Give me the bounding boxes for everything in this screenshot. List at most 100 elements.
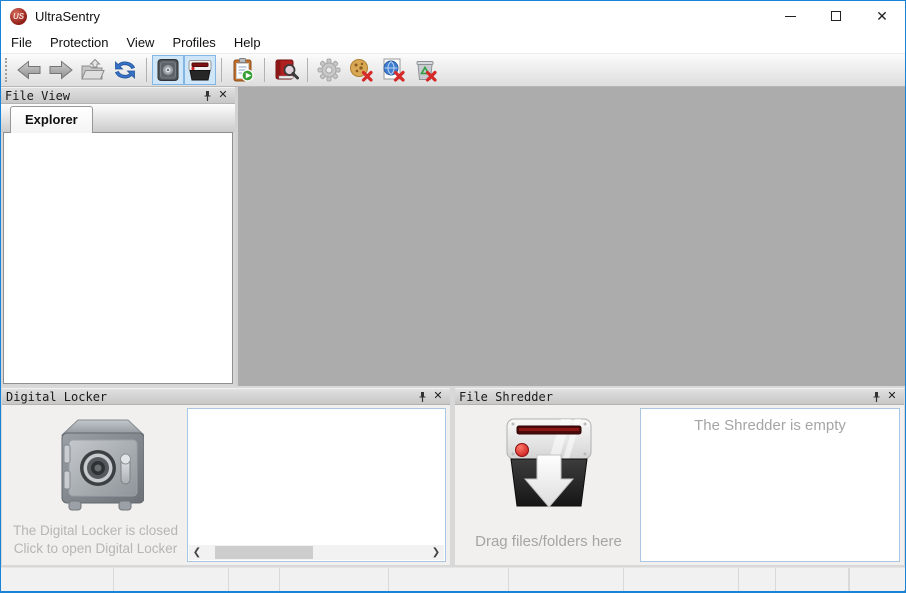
minimize-button[interactable]: [767, 1, 813, 31]
status-segment: [280, 568, 389, 591]
scrollbar-track[interactable]: [205, 545, 428, 560]
digital-locker-list[interactable]: ❮ ❯: [187, 408, 446, 562]
pin-icon: [202, 90, 213, 102]
menu-help[interactable]: Help: [225, 32, 270, 53]
title-bar: US UltraSentry ✕: [1, 1, 905, 31]
close-icon: ✕: [887, 391, 896, 402]
run-profile-button[interactable]: [227, 55, 259, 85]
toolbar-separator: [307, 58, 308, 82]
toolbar: [1, 53, 905, 87]
close-button[interactable]: ✕: [859, 1, 905, 31]
app-window: US UltraSentry ✕ File Protection View Pr…: [0, 0, 906, 593]
digital-locker-close-button[interactable]: ✕: [430, 389, 446, 404]
menu-view[interactable]: View: [118, 32, 164, 53]
digital-locker-scrollbar: ❮ ❯: [189, 545, 444, 560]
clipboard-play-icon: [230, 57, 256, 83]
clean-history-button[interactable]: [377, 55, 409, 85]
menu-protection[interactable]: Protection: [41, 32, 118, 53]
minimize-icon: [785, 16, 796, 17]
pin-icon: [871, 391, 882, 403]
file-view-header: File View ✕: [1, 87, 235, 104]
status-segment: [509, 568, 624, 591]
file-shredder-icon: [499, 409, 599, 513]
empty-recycle-bin-button[interactable]: [409, 55, 441, 85]
file-view-close-button[interactable]: ✕: [215, 88, 231, 103]
digital-locker-header: Digital Locker ✕: [2, 388, 450, 405]
back-arrow-icon: [16, 57, 42, 83]
file-shredder-content: Drag files/folders here The Shredder is …: [455, 405, 904, 565]
maximize-button[interactable]: [813, 1, 859, 31]
bottom-dock: Digital Locker ✕: [1, 386, 905, 567]
toolbar-separator: [146, 58, 147, 82]
history-delete-icon: [380, 57, 406, 83]
status-segment: [229, 568, 280, 591]
file-shredder-drop-hint: Drag files/folders here: [475, 533, 622, 550]
digital-locker-pin-button[interactable]: [414, 389, 430, 404]
status-segment: [114, 568, 229, 591]
close-icon: ✕: [218, 90, 227, 101]
open-button[interactable]: [77, 55, 109, 85]
status-segment: [739, 568, 776, 591]
close-icon: ✕: [433, 391, 442, 402]
status-segment: [389, 568, 509, 591]
status-segment: [624, 568, 739, 591]
digital-locker-content: The Digital Locker is closed Click to op…: [2, 405, 450, 565]
refresh-button[interactable]: [109, 55, 141, 85]
recycle-bin-delete-icon: [412, 57, 438, 83]
file-shredder-list[interactable]: The Shredder is empty: [640, 408, 900, 562]
digital-locker-toggle-button[interactable]: [152, 55, 184, 85]
folder-up-icon: [80, 57, 106, 83]
file-view-tabstrip: Explorer: [1, 104, 235, 132]
refresh-icon: [112, 57, 138, 83]
digital-locker-status-line1: The Digital Locker is closed: [13, 522, 178, 540]
file-shredder-close-button[interactable]: ✕: [884, 389, 900, 404]
menu-bar: File Protection View Profiles Help: [1, 31, 905, 53]
window-title: UltraSentry: [35, 9, 100, 24]
workspace: File View ✕ Explorer: [1, 87, 905, 386]
safe-icon: [155, 57, 181, 83]
file-view-panel: File View ✕ Explorer: [1, 87, 238, 386]
status-segment: [1, 568, 114, 591]
status-bar: [1, 567, 905, 591]
toolbar-separator: [221, 58, 222, 82]
settings-button[interactable]: [313, 55, 345, 85]
status-segment: [849, 568, 850, 591]
file-shredder-header: File Shredder ✕: [455, 388, 904, 405]
digital-locker-safe-icon: [48, 413, 144, 513]
digital-locker-drop-zone[interactable]: The Digital Locker is closed Click to op…: [4, 407, 187, 563]
scroll-right-button[interactable]: ❯: [428, 545, 444, 560]
cookie-delete-icon: [348, 57, 374, 83]
resize-grip[interactable]: [900, 586, 902, 588]
scrollbar-thumb[interactable]: [215, 546, 313, 559]
digital-locker-status: The Digital Locker is closed Click to op…: [13, 522, 178, 558]
pin-icon: [417, 391, 428, 403]
forward-arrow-icon: [48, 57, 74, 83]
file-shredder-toggle-button[interactable]: [184, 55, 216, 85]
shredder-icon: [187, 57, 213, 83]
scroll-left-button[interactable]: ❮: [189, 545, 205, 560]
forward-button[interactable]: [45, 55, 77, 85]
digital-locker-title: Digital Locker: [6, 390, 414, 404]
file-shredder-title: File Shredder: [459, 390, 868, 404]
status-segment: [776, 568, 849, 591]
menu-file[interactable]: File: [2, 32, 41, 53]
file-view-title: File View: [5, 89, 199, 103]
close-icon: ✕: [876, 9, 888, 23]
file-shredder-empty-text: The Shredder is empty: [641, 409, 899, 434]
file-shredder-panel: File Shredder ✕: [455, 388, 904, 565]
menu-profiles[interactable]: Profiles: [163, 32, 224, 53]
clean-cookies-button[interactable]: [345, 55, 377, 85]
app-logo-icon: US: [10, 8, 27, 25]
main-document-area: [238, 87, 905, 386]
file-view-pin-button[interactable]: [199, 88, 215, 103]
tab-explorer[interactable]: Explorer: [10, 106, 93, 133]
scan-button[interactable]: [270, 55, 302, 85]
back-button[interactable]: [13, 55, 45, 85]
gear-icon: [316, 57, 342, 83]
explorer-tree[interactable]: [3, 132, 233, 384]
file-shredder-drop-zone[interactable]: Drag files/folders here: [457, 407, 640, 563]
toolbar-separator: [264, 58, 265, 82]
file-shredder-pin-button[interactable]: [868, 389, 884, 404]
window-controls: ✕: [767, 1, 905, 31]
toolbar-grip[interactable]: [5, 58, 8, 82]
